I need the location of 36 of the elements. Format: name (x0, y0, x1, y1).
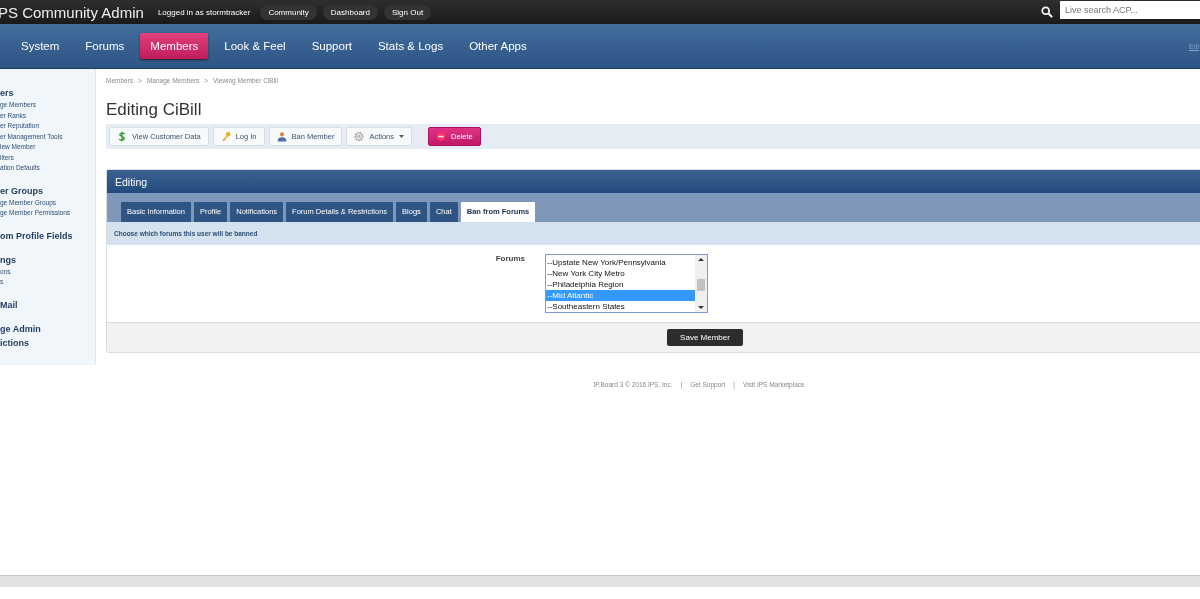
nav-tab[interactable]: Look & Feel (214, 33, 296, 59)
list-option[interactable]: --Philadelphia Region (546, 279, 695, 290)
save-button[interactable]: Save Member (667, 329, 743, 346)
sidebar-heading: ers (0, 87, 15, 100)
nav-tab[interactable]: Other Apps (459, 33, 537, 59)
sidebar-heading: er Groups (0, 184, 44, 198)
sidebar-heading: Mail (0, 298, 19, 312)
list-option[interactable]: --Southeastern States (546, 301, 695, 312)
forums-list[interactable]: --Upstate New York/Pennsylvania --New York City Metro --Philadelphia Region --Mid Atlantic --Southeastern States (545, 254, 708, 313)
nav-tab[interactable]: Members (140, 33, 209, 59)
sidebar-heading: om Profile Fields (0, 229, 74, 243)
top-link[interactable]: Sign Out (384, 4, 432, 20)
page-title: Editing CiBill (106, 100, 203, 120)
search-icon (1041, 6, 1053, 18)
caret-icon (399, 135, 405, 138)
panel-title: Editing (107, 170, 1200, 193)
field-label: Forums (494, 254, 526, 265)
nav-tab[interactable]: System (11, 33, 70, 59)
nav-tab[interactable]: Stats & Logs (367, 33, 454, 59)
list-option[interactable]: --Upstate New York/Pennsylvania (546, 257, 695, 268)
gear-icon (354, 131, 365, 142)
user-icon (276, 131, 287, 142)
top-link[interactable]: Dashboard (322, 4, 378, 20)
sidebar-heading: ge Admin ictions (0, 322, 42, 350)
nav-tab[interactable]: Support (301, 33, 362, 59)
dollar-icon (117, 131, 127, 142)
sidebar-heading: ngs (0, 253, 17, 267)
nav-tab[interactable]: Forums (75, 33, 135, 59)
list-option[interactable]: --New York City Metro (546, 268, 695, 279)
search-field[interactable]: Live search ACP... (1060, 1, 1200, 19)
scrollbar-drawing (695, 255, 707, 312)
key-icon (220, 131, 231, 142)
minus-circle-icon (436, 131, 447, 142)
logged-in-text: Logged in as stormtracker (157, 7, 251, 17)
app-title: PS Community Admin (0, 3, 144, 21)
top-link[interactable]: Community (260, 4, 317, 20)
